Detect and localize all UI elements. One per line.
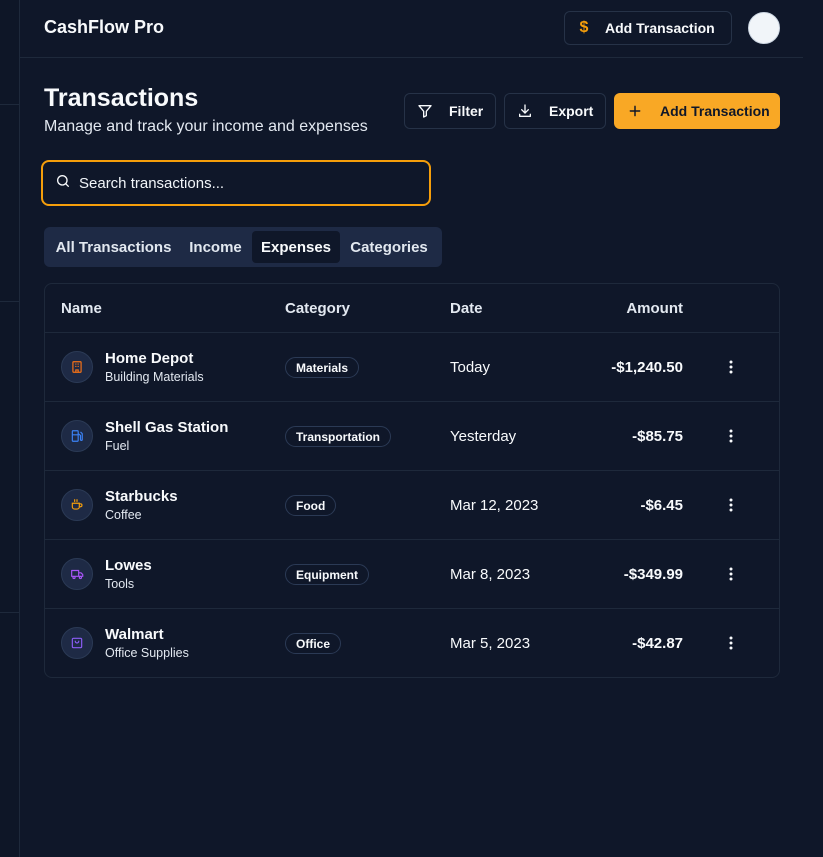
category-badge: Office <box>285 633 342 654</box>
page-title: Transactions <box>44 84 199 112</box>
transaction-subtitle: Office Supplies <box>105 646 189 660</box>
transaction-amount: -$349.99 <box>623 566 683 583</box>
app-name: CashFlow Pro <box>44 17 165 37</box>
transaction-subtitle: Building Materials <box>105 370 204 384</box>
sidebar-divider <box>0 612 19 613</box>
table-row[interactable]: Lowes Tools Equipment Mar 8, 2023 -$349.… <box>45 540 779 609</box>
transactions-table: Name Category Date Amount Home Depot Bui… <box>44 283 780 678</box>
table-header: Name Category Date Amount <box>45 284 779 333</box>
transaction-name: Starbucks <box>105 488 178 505</box>
search-input[interactable] <box>79 174 399 192</box>
transaction-date: Today <box>450 359 491 376</box>
download-icon <box>517 103 533 119</box>
top-bar: CashFlow Pro $ Add Transaction <box>20 0 803 58</box>
transaction-name: Shell Gas Station <box>105 419 229 436</box>
add-transaction-button[interactable]: Add Transaction <box>614 93 780 129</box>
export-label: Export <box>549 103 594 119</box>
column-header-category: Category <box>285 300 351 317</box>
add-transaction-label: Add Transaction <box>660 103 770 119</box>
table-row[interactable]: Walmart Office Supplies Office Mar 5, 20… <box>45 609 779 677</box>
fuel-icon <box>61 420 93 452</box>
page-subtitle: Manage and track your income and expense… <box>44 118 368 135</box>
sidebar-divider <box>0 104 19 105</box>
top-add-transaction-button[interactable]: $ Add Transaction <box>564 11 732 45</box>
dollar-icon: $ <box>579 19 589 36</box>
search-box <box>41 160 431 206</box>
plus-icon <box>628 104 642 118</box>
tab-bar: All Transactions Income Expenses Categor… <box>44 227 442 267</box>
table-row[interactable]: Shell Gas Station Fuel Transportation Ye… <box>45 402 779 471</box>
tab-income[interactable]: Income <box>179 231 252 263</box>
transaction-amount: -$6.45 <box>640 497 683 514</box>
transaction-amount: -$42.87 <box>632 635 683 652</box>
sidebar-divider <box>0 301 19 302</box>
search-icon <box>55 173 71 194</box>
transaction-amount: -$1,240.50 <box>611 359 683 376</box>
filter-icon <box>417 103 433 119</box>
transaction-subtitle: Tools <box>105 577 135 591</box>
column-header-name: Name <box>61 300 102 317</box>
filter-label: Filter <box>449 103 484 119</box>
transaction-amount: -$85.75 <box>632 428 683 445</box>
sidebar <box>0 0 20 857</box>
more-options-icon[interactable] <box>721 493 741 517</box>
tab-all-transactions[interactable]: All Transactions <box>48 231 179 263</box>
transaction-subtitle: Coffee <box>105 508 142 522</box>
more-options-icon[interactable] <box>721 424 741 448</box>
coffee-icon <box>61 489 93 521</box>
more-options-icon[interactable] <box>721 631 741 655</box>
building-icon <box>61 351 93 383</box>
avatar[interactable] <box>748 12 780 44</box>
transaction-date: Mar 5, 2023 <box>450 635 531 652</box>
main-content: CashFlow Pro $ Add Transaction Transacti… <box>20 0 823 857</box>
export-button[interactable]: Export <box>504 93 606 129</box>
transaction-date: Mar 8, 2023 <box>450 566 531 583</box>
table-row[interactable]: Starbucks Coffee Food Mar 12, 2023 -$6.4… <box>45 471 779 540</box>
transaction-date: Yesterday <box>450 428 517 445</box>
truck-icon <box>61 558 93 590</box>
category-badge: Transportation <box>285 426 392 447</box>
shopping-bag-icon <box>61 627 93 659</box>
tab-categories[interactable]: Categories <box>340 231 438 263</box>
column-header-date: Date <box>450 300 483 317</box>
top-add-transaction-label: Add Transaction <box>605 20 715 36</box>
transaction-name: Home Depot <box>105 350 194 367</box>
transaction-name: Lowes <box>105 557 152 574</box>
transaction-name: Walmart <box>105 626 164 643</box>
table-row[interactable]: Home Depot Building Materials Materials … <box>45 333 779 402</box>
category-badge: Food <box>285 495 337 516</box>
category-badge: Materials <box>285 357 360 378</box>
more-options-icon[interactable] <box>721 355 741 379</box>
category-badge: Equipment <box>285 564 369 585</box>
tab-expenses[interactable]: Expenses <box>252 231 340 263</box>
transaction-date: Mar 12, 2023 <box>450 497 539 514</box>
transaction-subtitle: Fuel <box>105 439 130 453</box>
filter-button[interactable]: Filter <box>404 93 496 129</box>
column-header-amount: Amount <box>626 300 683 317</box>
more-options-icon[interactable] <box>721 562 741 586</box>
